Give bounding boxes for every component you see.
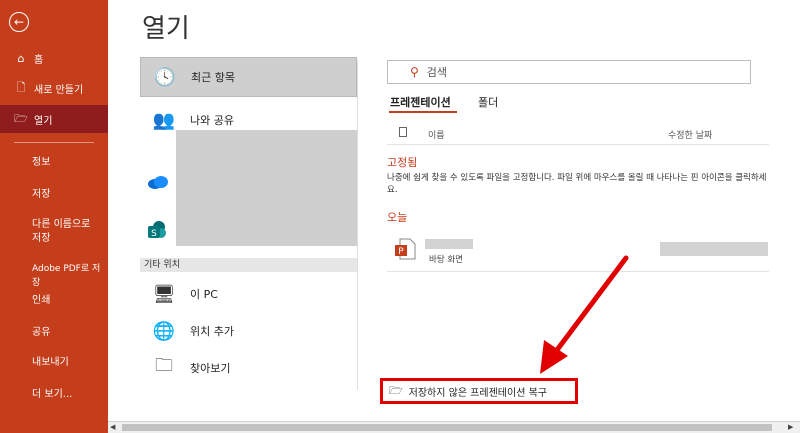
nav-home-label: 홈 bbox=[34, 54, 44, 66]
nav-save-as[interactable]: 다른 이름으로 저장 bbox=[32, 218, 90, 246]
column-name[interactable]: 이름 bbox=[428, 128, 445, 141]
arrow-left-icon: ← bbox=[13, 15, 25, 29]
nav-export[interactable]: 내보내기 bbox=[32, 356, 69, 370]
pinned-heading: 고정됨 bbox=[387, 156, 418, 169]
redacted-account-block bbox=[176, 130, 358, 246]
home-icon: ⌂ bbox=[17, 51, 25, 65]
scrollbar-thumb[interactable] bbox=[122, 424, 772, 431]
nav-open[interactable]: 🗁 열기 bbox=[0, 105, 108, 133]
back-button[interactable]: ← bbox=[9, 12, 29, 32]
tab-folders[interactable]: 폴더 bbox=[478, 94, 498, 110]
search-icon: ⚲ bbox=[410, 65, 419, 79]
shared-people-icon: 👥 bbox=[152, 109, 176, 131]
folder-open-icon: 🗁 bbox=[389, 383, 403, 397]
nav-info[interactable]: 정보 bbox=[32, 156, 50, 170]
today-heading: 오늘 bbox=[387, 211, 408, 224]
backstage-sidebar: ← ⌂ 홈 🗋 새로 만들기 🗁 열기 정보 저장 다른 이름으로 저장 Ado… bbox=[0, 0, 108, 433]
column-modified[interactable]: 수정한 날짜 bbox=[668, 128, 712, 141]
location-shared-label: 나와 공유 bbox=[190, 114, 234, 127]
redacted-file-date bbox=[660, 242, 768, 256]
nav-save[interactable]: 저장 bbox=[32, 188, 50, 202]
search-placeholder: 검색 bbox=[426, 66, 448, 79]
other-locations-header: 기타 위치 bbox=[140, 258, 357, 272]
file-search-box[interactable]: ⚲ 검색 bbox=[387, 60, 751, 84]
panel-divider bbox=[357, 60, 358, 390]
clock-icon: 🕓 bbox=[153, 66, 177, 88]
recover-unsaved-label: 저장하지 않은 프레젠테이션 복구 bbox=[408, 387, 547, 399]
sharepoint-icon: S bbox=[148, 221, 166, 239]
folder-open-icon: 🗁 bbox=[14, 111, 28, 125]
file-location: 바탕 화면 bbox=[429, 255, 463, 265]
active-tab-indicator bbox=[389, 111, 457, 113]
new-document-icon: 🗋 bbox=[16, 80, 26, 94]
redacted-file-name bbox=[425, 239, 473, 249]
nav-save-pdf[interactable]: Adobe PDF로 저장 bbox=[32, 262, 106, 290]
location-add-place-label: 위치 추가 bbox=[190, 325, 234, 338]
location-browse[interactable]: 🗀 찾아보기 bbox=[140, 348, 357, 388]
folder-icon: 🗀 bbox=[155, 355, 173, 376]
nav-more[interactable]: 더 보기... bbox=[32, 388, 72, 402]
location-this-pc[interactable]: 🖥 이 PC bbox=[140, 274, 357, 314]
location-recent[interactable]: 🕓 최근 항목 bbox=[140, 57, 357, 97]
sidebar-divider bbox=[14, 142, 94, 143]
page-title: 열기 bbox=[142, 14, 190, 44]
nav-home[interactable]: ⌂ 홈 bbox=[0, 44, 108, 72]
annotation-arrow-icon bbox=[540, 255, 629, 374]
file-type-icon bbox=[399, 127, 407, 137]
add-location-icon: 🌐 bbox=[152, 320, 176, 342]
nav-print[interactable]: 인쇄 bbox=[32, 294, 50, 308]
nav-new[interactable]: 🗋 새로 만들기 bbox=[0, 74, 108, 102]
location-browse-label: 찾아보기 bbox=[190, 362, 231, 375]
pc-icon: 🖥 bbox=[152, 283, 176, 305]
cloud-icon bbox=[148, 176, 168, 189]
pinned-description: 나중에 쉽게 찾을 수 있도록 파일을 고정합니다. 파일 위에 마우스를 올릴… bbox=[387, 173, 767, 195]
tab-presentations[interactable]: 프레젠테이션 bbox=[390, 94, 451, 110]
recover-unsaved-button[interactable]: 🗁 저장하지 않은 프레젠테이션 복구 bbox=[380, 378, 578, 404]
nav-share[interactable]: 공유 bbox=[32, 326, 50, 340]
header-divider bbox=[387, 144, 769, 145]
scroll-right-icon[interactable]: ▶ bbox=[788, 423, 793, 431]
location-add-place[interactable]: 🌐 위치 추가 bbox=[140, 311, 357, 351]
scroll-left-icon[interactable]: ◀ bbox=[110, 423, 115, 431]
location-this-pc-label: 이 PC bbox=[190, 288, 218, 301]
nav-open-label: 열기 bbox=[34, 115, 53, 127]
nav-new-label: 새로 만들기 bbox=[34, 84, 84, 96]
svg-text:S: S bbox=[151, 229, 157, 239]
svg-text:P: P bbox=[398, 247, 404, 257]
powerpoint-file-icon: P bbox=[395, 238, 416, 260]
location-recent-label: 최근 항목 bbox=[191, 71, 235, 84]
